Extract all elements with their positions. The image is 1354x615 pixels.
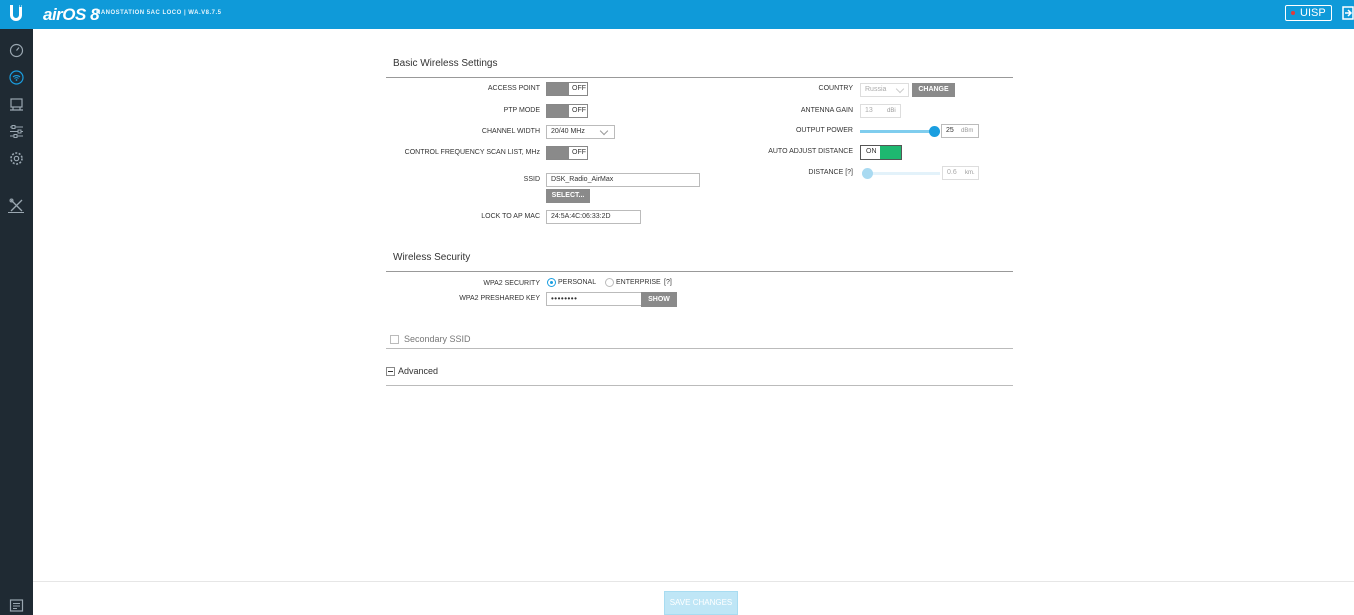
section-divider: [386, 385, 1013, 386]
secondary-ssid-checkbox[interactable]: [390, 335, 399, 344]
toggle-state: OFF: [572, 107, 586, 114]
preshared-key-label: WPA2 PRESHARED KEY: [459, 295, 540, 302]
output-power-value: 25: [946, 127, 954, 134]
uisp-label: UISP: [1300, 7, 1326, 19]
output-power-unit: dBm: [961, 128, 974, 134]
ssid-select-button[interactable]: SELECT...: [546, 189, 590, 203]
antenna-gain-label: ANTENNA GAIN: [800, 107, 853, 114]
save-changes-button[interactable]: SAVE CHANGES: [664, 591, 738, 615]
ubiquiti-logo-icon[interactable]: [9, 5, 23, 22]
toggle-state: OFF: [572, 149, 586, 156]
lock-mac-value: 24:5A:4C:06:33:2D: [551, 213, 611, 220]
access-point-toggle[interactable]: OFF: [546, 82, 588, 96]
auto-distance-label: AUTO ADJUST DISTANCE: [768, 148, 853, 155]
lock-mac-label: LOCK TO AP MAC: [481, 213, 540, 220]
distance-label: DISTANCE [?]: [808, 169, 853, 176]
basic-wireless-title: Basic Wireless Settings: [393, 58, 498, 69]
wireless-security-title: Wireless Security: [393, 252, 471, 263]
output-power-label: OUTPUT POWER: [795, 127, 853, 134]
toggle-state: OFF: [572, 85, 586, 92]
output-power-slider-knob[interactable]: [929, 126, 940, 137]
distance-value: 0.6: [947, 169, 957, 176]
log-icon[interactable]: [9, 598, 24, 613]
ssid-input[interactable]: DSK_Radio_AirMax: [546, 173, 700, 187]
antenna-gain-unit: dBi: [887, 108, 896, 114]
expand-icon[interactable]: [386, 367, 395, 376]
channel-width-label: CHANNEL WIDTH: [481, 128, 540, 135]
toggle-knob: [547, 83, 569, 95]
ptp-mode-label: PTP MODE: [503, 107, 540, 114]
sidebar: [0, 29, 33, 615]
status-dot-icon: [1291, 11, 1295, 16]
ptp-mode-toggle[interactable]: OFF: [546, 104, 588, 118]
ssid-value: DSK_Radio_AirMax: [551, 176, 614, 183]
system-icon[interactable]: [9, 151, 24, 166]
change-country-button[interactable]: CHANGE: [912, 83, 955, 97]
tools-icon[interactable]: [9, 198, 24, 213]
distance-slider-track: [862, 172, 940, 175]
uisp-button[interactable]: UISP: [1285, 5, 1332, 21]
section-divider: [386, 77, 1013, 78]
freq-scan-label: CONTROL FREQUENCY SCAN LIST, MHz: [404, 149, 540, 156]
wireless-icon[interactable]: [9, 70, 24, 85]
preshared-key-input[interactable]: ••••••••: [546, 292, 642, 306]
distance-unit: km.: [965, 170, 975, 176]
lock-mac-input[interactable]: 24:5A:4C:06:33:2D: [546, 210, 641, 224]
network-icon[interactable]: [9, 97, 24, 112]
personal-radio[interactable]: [547, 278, 556, 287]
top-bar: airOS 8 NANOSTATION 5AC LOCO | WA.V8.7.5…: [0, 0, 1354, 29]
wpa2-security-label: WPA2 SECURITY: [483, 280, 540, 287]
device-info: NANOSTATION 5AC LOCO | WA.V8.7.5: [96, 10, 222, 16]
logout-icon[interactable]: [1342, 6, 1354, 20]
section-divider: [386, 348, 1013, 349]
toggle-knob: [547, 147, 569, 159]
secondary-ssid-label: Secondary SSID: [404, 334, 471, 344]
country-value: Russia: [865, 86, 887, 93]
brand-logo: airOS 8: [43, 5, 100, 24]
access-point-label: ACCESS POINT: [487, 85, 540, 92]
enterprise-radio[interactable]: [605, 278, 614, 287]
ssid-label: SSID: [523, 176, 540, 183]
enterprise-label: ENTERPRISE: [616, 279, 661, 286]
advanced-label[interactable]: Advanced: [398, 366, 438, 376]
show-key-button[interactable]: SHOW: [641, 292, 677, 307]
antenna-gain-value: 13: [865, 107, 873, 114]
distance-slider-knob[interactable]: [862, 168, 873, 179]
preshared-key-value: ••••••••: [551, 294, 578, 303]
freq-scan-toggle[interactable]: OFF: [546, 146, 588, 160]
toggle-knob: [880, 146, 901, 159]
personal-label: PERSONAL: [558, 279, 597, 286]
auto-distance-toggle[interactable]: ON: [860, 145, 902, 160]
channel-width-value: 20/40 MHz: [551, 128, 585, 135]
toggle-knob: [547, 105, 569, 117]
toggle-state: ON: [866, 148, 877, 155]
main-content: [33, 29, 1354, 581]
enterprise-help-link[interactable]: [?]: [664, 279, 672, 286]
section-divider: [386, 271, 1013, 272]
country-label: COUNTRY: [818, 85, 853, 92]
dashboard-icon[interactable]: [9, 43, 24, 58]
services-icon[interactable]: [9, 124, 24, 139]
output-power-slider-fill: [860, 130, 935, 133]
